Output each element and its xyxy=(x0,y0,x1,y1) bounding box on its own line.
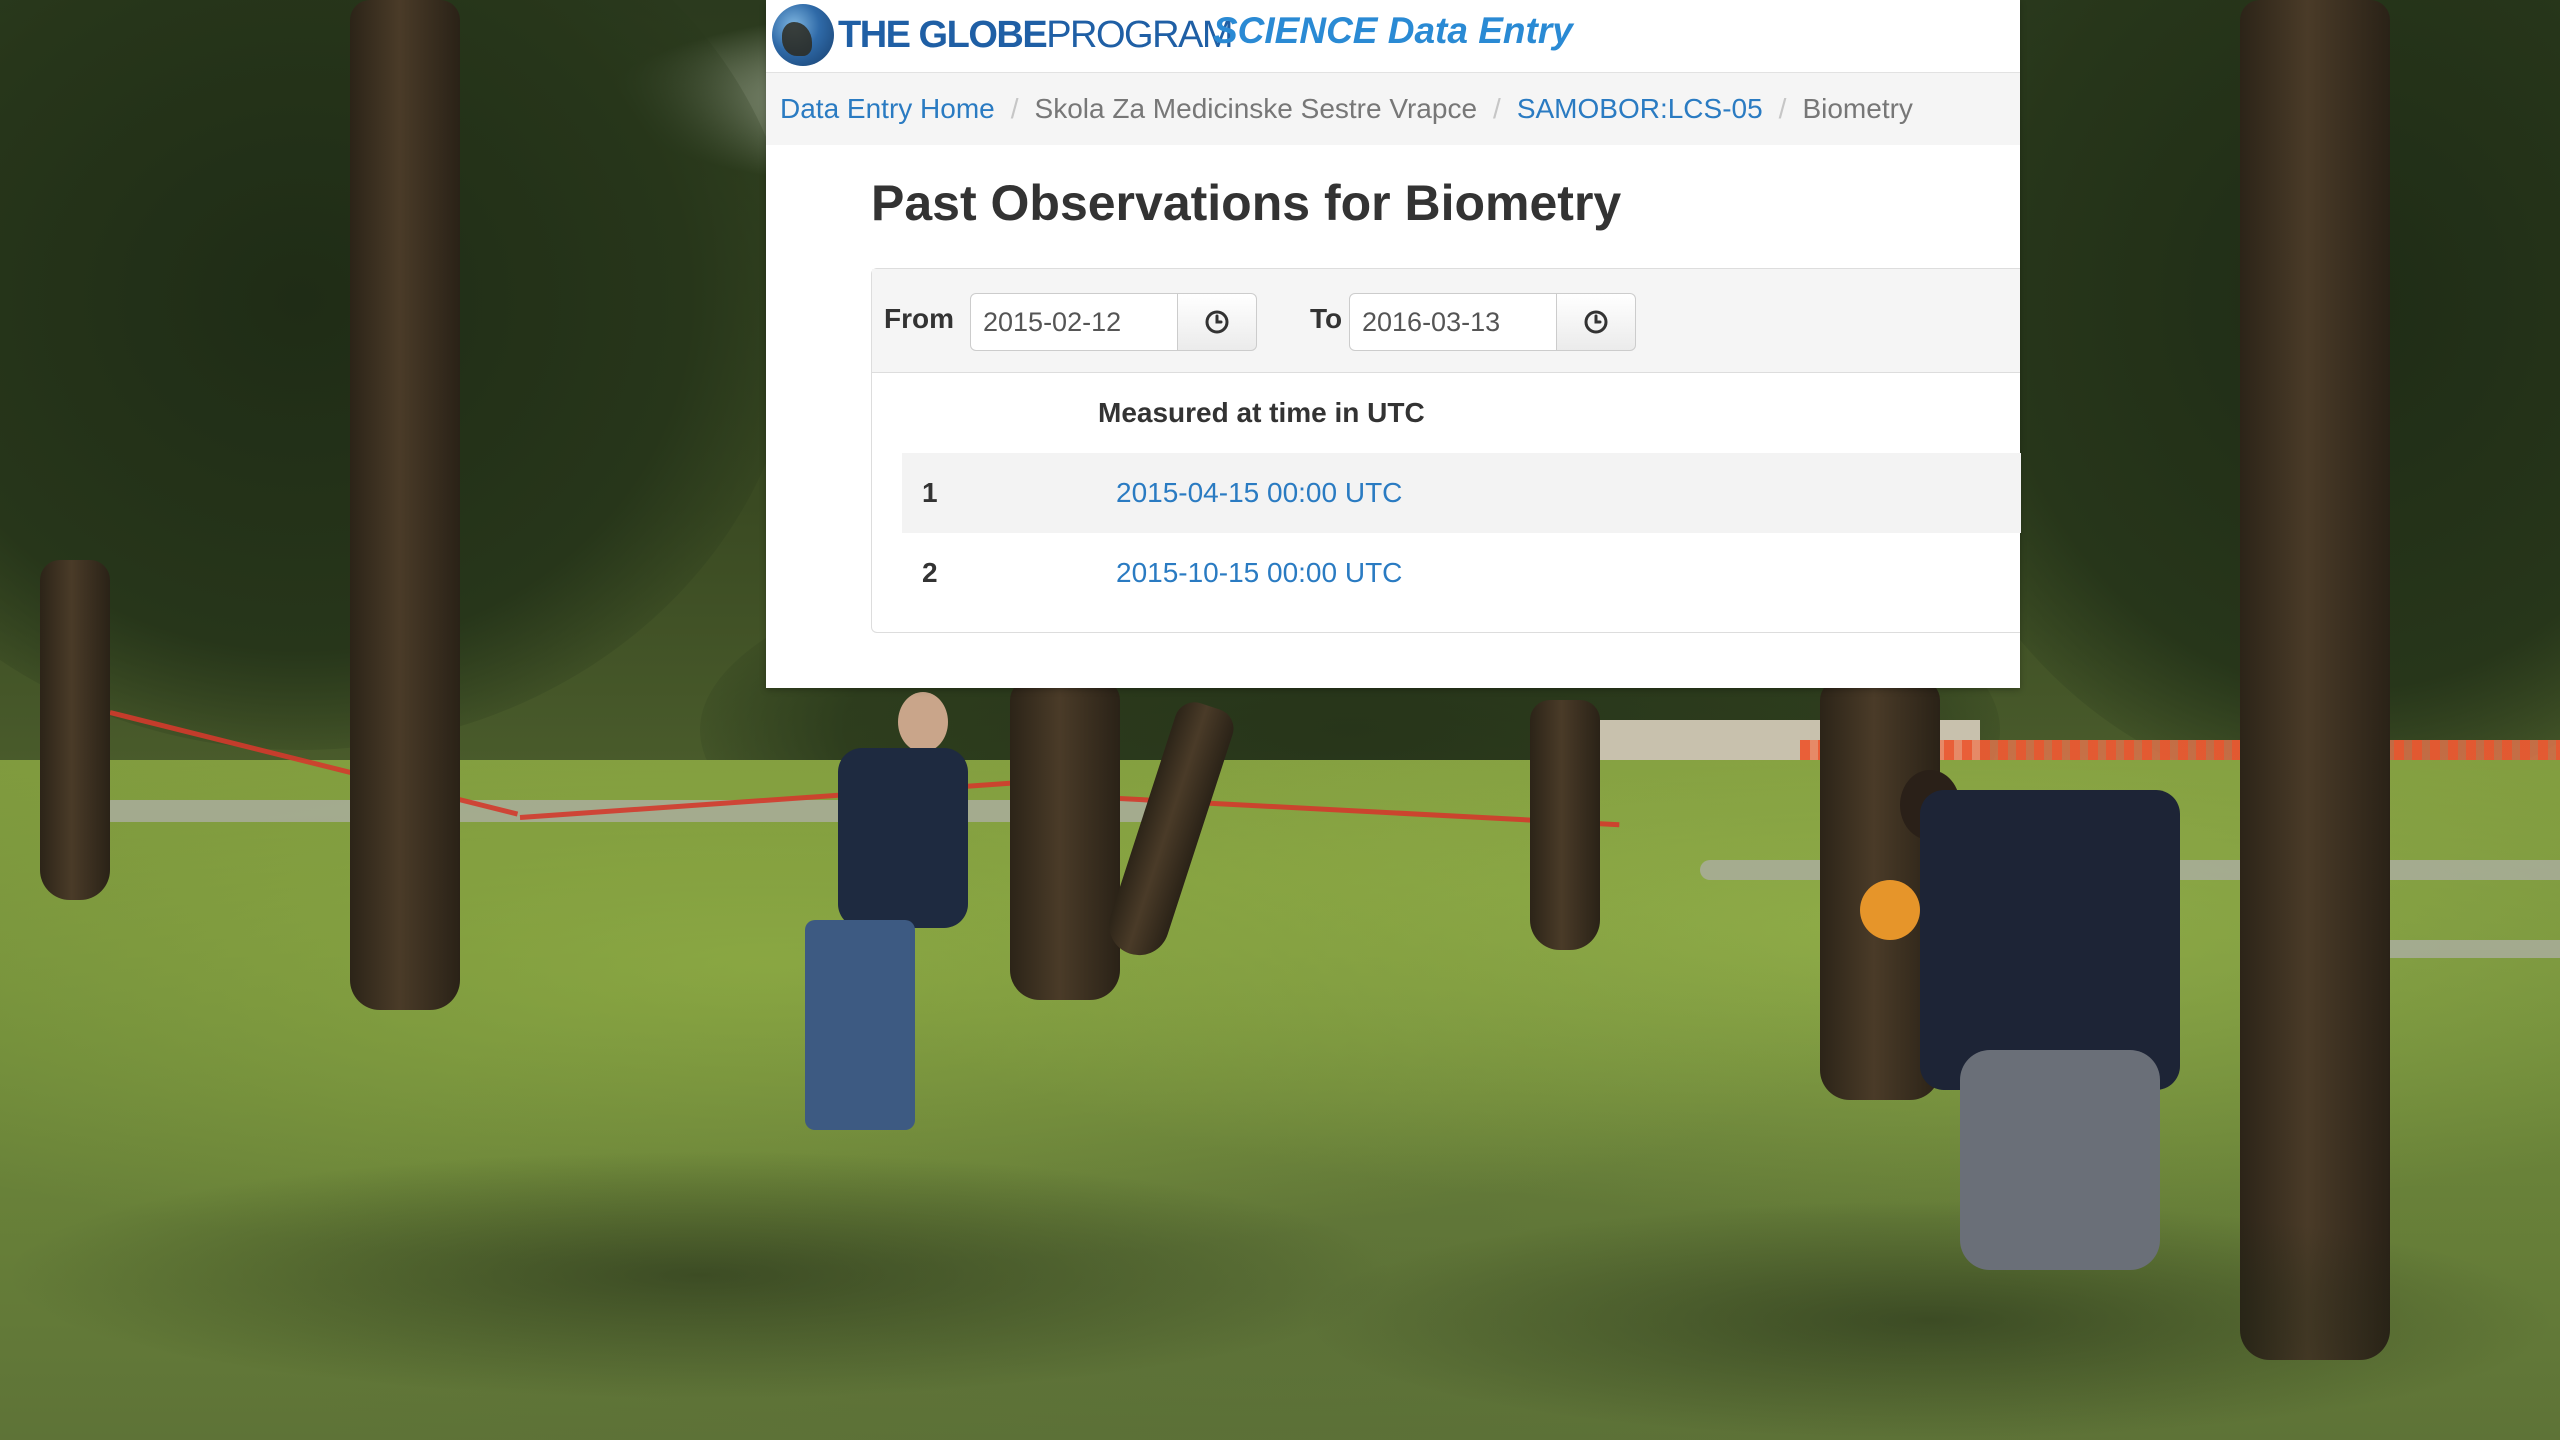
breadcrumb-separator: / xyxy=(1778,93,1787,124)
breadcrumb-current: Biometry xyxy=(1802,93,1913,124)
from-date-input[interactable]: 2015-02-12 xyxy=(970,293,1178,351)
breadcrumb-site-link[interactable]: SAMOBOR:LCS-05 xyxy=(1517,93,1763,125)
clock-icon xyxy=(1584,310,1608,334)
observation-time-link[interactable]: 2015-10-15 00:00 UTC xyxy=(1116,557,1402,589)
breadcrumb: Data Entry Home / Skola Za Medicinske Se… xyxy=(766,73,2020,145)
globe-program-logo[interactable]: THE GLOBEPROGRAM xyxy=(772,4,1234,66)
observation-time-link[interactable]: 2015-04-15 00:00 UTC xyxy=(1116,477,1402,509)
logo-text: THE GLOBEPROGRAM xyxy=(838,13,1234,57)
date-filter-bar: From 2015-02-12 To 2016-03-13 xyxy=(872,269,2020,373)
column-header-measured-time: Measured at time in UTC xyxy=(1098,397,1425,428)
logo-program: PROGRAM xyxy=(1046,13,1233,56)
to-date-picker-button[interactable] xyxy=(1557,293,1636,351)
app-title[interactable]: SCIENCE Data Entry xyxy=(1213,10,1573,52)
page-title: Past Observations for Biometry xyxy=(871,175,1622,231)
breadcrumb-separator: / xyxy=(1493,93,1501,124)
to-date-input[interactable]: 2016-03-13 xyxy=(1349,293,1557,351)
to-label: To xyxy=(1310,303,1343,334)
logo-the-globe: THE GLOBE xyxy=(838,13,1048,56)
clock-icon xyxy=(1205,310,1229,334)
breadcrumb-school: Skola Za Medicinske Sestre Vrapce xyxy=(1034,93,1478,124)
observations-card: From 2015-02-12 To 2016-03-13 Measured a… xyxy=(871,268,2021,633)
from-date-picker-button[interactable] xyxy=(1178,293,1257,351)
row-index: 1 xyxy=(922,477,938,508)
observations-panel: THE GLOBEPROGRAM SCIENCE Data Entry Data… xyxy=(766,0,2021,688)
table-row: 2 2015-10-15 00:00 UTC xyxy=(902,533,2021,613)
breadcrumb-separator: / xyxy=(1010,93,1019,124)
breadcrumb-home-link[interactable]: Data Entry Home xyxy=(780,93,995,125)
row-index: 2 xyxy=(922,557,938,588)
top-navbar: THE GLOBEPROGRAM SCIENCE Data Entry xyxy=(766,0,2020,73)
table-row: 1 2015-04-15 00:00 UTC xyxy=(902,453,2021,533)
from-label: From xyxy=(884,303,954,334)
globe-logo-icon xyxy=(772,4,834,66)
